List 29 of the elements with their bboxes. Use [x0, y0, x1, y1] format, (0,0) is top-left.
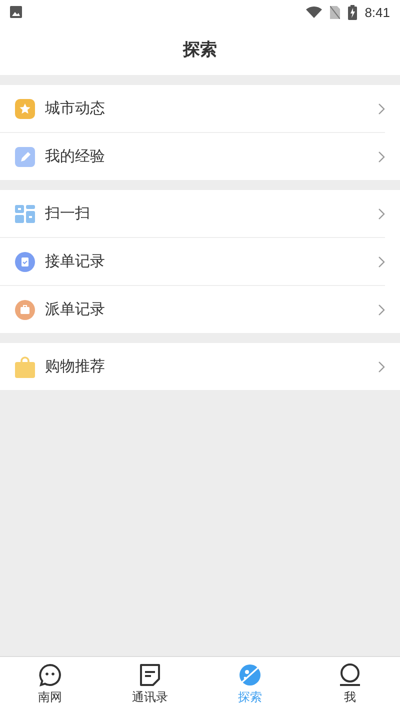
scan-icon — [15, 204, 35, 222]
menu-item[interactable]: 接单记录 — [0, 238, 385, 286]
chevron-icon — [378, 256, 385, 268]
shopping-bag-icon — [15, 356, 35, 378]
clipboard-icon — [15, 252, 35, 272]
planet-icon — [238, 662, 262, 686]
wifi-icon — [306, 6, 322, 18]
menu-item[interactable]: 扫一扫 — [0, 190, 385, 238]
tab[interactable]: 南网 — [0, 657, 100, 711]
chevron-icon — [378, 360, 385, 372]
menu-item[interactable]: 我的经验 — [0, 133, 385, 180]
clock-time: 8:41 — [364, 4, 390, 20]
image-icon — [10, 6, 22, 18]
tab[interactable]: 我 — [300, 657, 400, 711]
page-title: 探索 — [183, 39, 217, 61]
chat-bubble-icon — [38, 662, 62, 686]
chevron-icon — [378, 102, 385, 114]
menu-item[interactable]: 派单记录 — [0, 286, 385, 333]
briefcase-icon — [15, 300, 35, 320]
tab[interactable]: 通讯录 — [100, 657, 200, 711]
chevron-icon — [378, 150, 385, 162]
no-sim-icon — [330, 6, 340, 18]
person-icon — [338, 662, 362, 686]
pencil-icon — [15, 146, 35, 166]
battery-charging-icon — [348, 4, 357, 20]
menu-item[interactable]: 城市动态 — [0, 85, 385, 133]
note-icon — [138, 662, 162, 686]
chevron-icon — [378, 208, 385, 220]
chevron-icon — [378, 304, 385, 316]
